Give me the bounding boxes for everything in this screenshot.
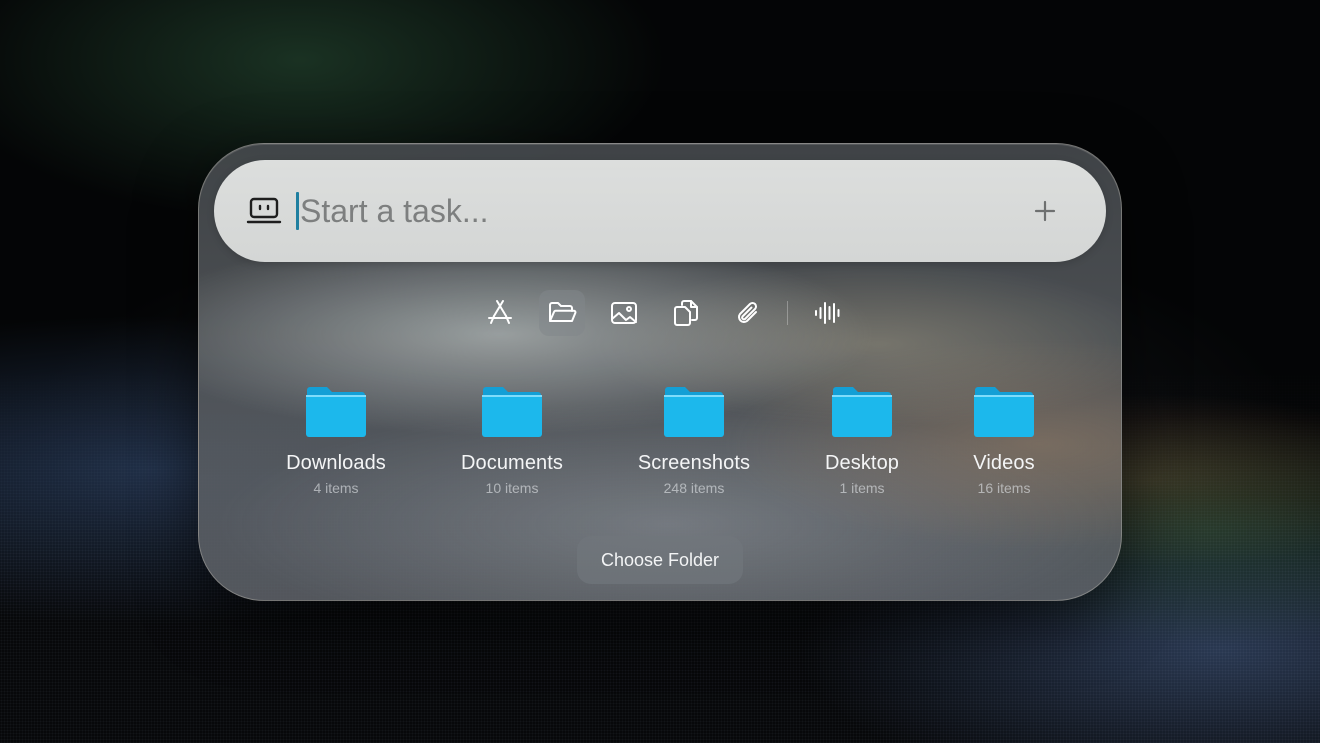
task-input[interactable] <box>300 186 1000 236</box>
folder-icon <box>832 387 892 437</box>
folder-grid: Downloads 4 items Documents 10 items Scr… <box>199 386 1121 506</box>
folder-open-icon <box>549 302 577 322</box>
folder-name: Documents <box>460 452 564 474</box>
folder-name: Screenshots <box>637 452 751 474</box>
paperclip-icon <box>738 301 758 323</box>
folder-item-videos[interactable]: Videos 16 items <box>924 386 1084 496</box>
desktop-background: Downloads 4 items Documents 10 items S <box>0 0 1320 743</box>
apps-tool-button[interactable] <box>477 290 523 336</box>
folder-name: Desktop <box>824 452 900 474</box>
image-icon <box>611 302 637 324</box>
attach-tool-button[interactable] <box>725 290 771 336</box>
app-store-icon <box>488 300 512 324</box>
folder-icon <box>482 387 542 437</box>
toolbar-divider <box>787 301 788 325</box>
folder-icon <box>664 387 724 437</box>
folder-name: Downloads <box>286 452 386 474</box>
task-search-bar[interactable] <box>214 160 1106 262</box>
folder-item-desktop[interactable]: Desktop 1 items <box>782 386 942 496</box>
folder-item-count: 4 items <box>313 480 359 496</box>
text-caret <box>296 192 299 230</box>
folder-name: Videos <box>973 452 1035 474</box>
folder-item-count: 1 items <box>839 480 885 496</box>
waveform-icon <box>815 302 840 324</box>
task-launcher-panel: Downloads 4 items Documents 10 items S <box>198 143 1122 601</box>
add-icon[interactable] <box>1030 196 1060 226</box>
folder-item-count: 248 items <box>663 480 725 496</box>
folder-item-screenshots[interactable]: Screenshots 248 items <box>614 386 774 496</box>
copy-files-icon <box>674 300 698 326</box>
folder-icon <box>974 387 1034 437</box>
folder-item-downloads[interactable]: Downloads 4 items <box>256 386 416 496</box>
voice-tool-button[interactable] <box>804 290 850 336</box>
laptop-icon <box>246 197 282 224</box>
attachment-toolbar <box>477 290 866 336</box>
folders-tool-button[interactable] <box>539 290 585 336</box>
images-tool-button[interactable] <box>601 290 647 336</box>
choose-folder-button[interactable]: Choose Folder <box>577 536 743 584</box>
folder-icon <box>306 387 366 437</box>
folder-item-count: 10 items <box>485 480 539 496</box>
folder-item-documents[interactable]: Documents 10 items <box>432 386 592 496</box>
folder-item-count: 16 items <box>977 480 1031 496</box>
documents-tool-button[interactable] <box>663 290 709 336</box>
